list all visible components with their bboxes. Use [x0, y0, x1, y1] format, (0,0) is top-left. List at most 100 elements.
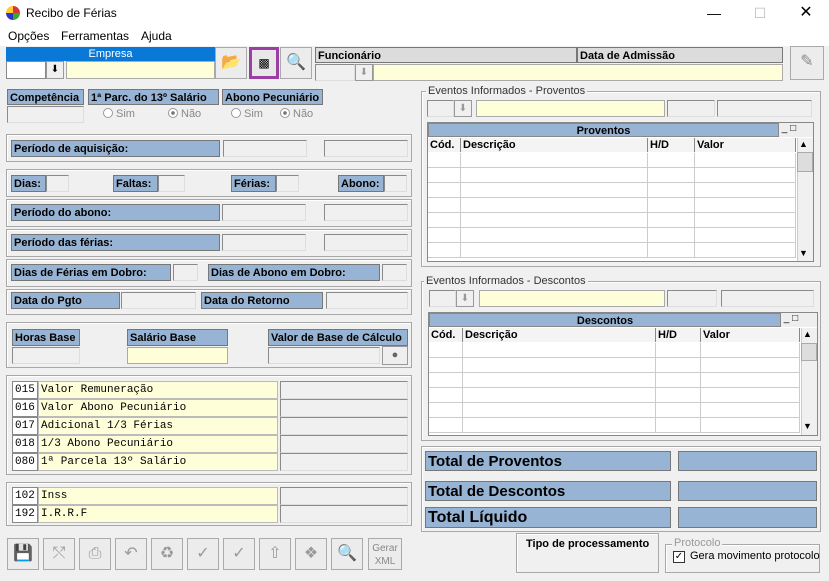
horas-base-input[interactable]: [12, 347, 80, 364]
prov-code-input[interactable]: [427, 100, 454, 117]
calculate-icon[interactable]: ▩: [249, 47, 279, 79]
data-retorno-input[interactable]: [326, 292, 408, 309]
undo-icon[interactable]: ↶: [115, 538, 147, 570]
rubrica-row: 080 1ª Parcela 13º Salário: [12, 453, 409, 471]
salario-base-input[interactable]: [127, 347, 228, 364]
valor-base-input[interactable]: [268, 347, 380, 364]
grid-row[interactable]: [429, 388, 800, 403]
aquisicao-fim-input[interactable]: [324, 140, 408, 157]
dias-input[interactable]: [46, 175, 69, 192]
menu-ferramentas[interactable]: Ferramentas: [61, 29, 129, 43]
grid-row[interactable]: [428, 213, 796, 228]
descontos-col-2[interactable]: H/D: [656, 328, 701, 342]
empresa-dropdown-button[interactable]: ⬇: [46, 61, 64, 79]
dias-abono-dobro-input[interactable]: [382, 264, 407, 281]
scroll-down-icon-2[interactable]: ▼: [803, 421, 812, 431]
grid-window-controls-2[interactable]: _ □: [781, 313, 817, 327]
scroll-thumb[interactable]: [797, 152, 813, 172]
prov-dropdown-button[interactable]: ⬇: [454, 100, 472, 117]
descontos-col-1[interactable]: Descrição: [463, 328, 656, 342]
upload-icon[interactable]: ⇧: [259, 538, 291, 570]
ferias-inicio-input[interactable]: [222, 234, 306, 251]
abono-fim-input[interactable]: [324, 204, 408, 221]
desc-hd-input[interactable]: [667, 290, 717, 307]
grid-window-controls[interactable]: _ □: [779, 123, 813, 137]
funcionario-dropdown-button[interactable]: ⬇: [355, 64, 373, 81]
proventos-col-1[interactable]: Descrição: [461, 138, 648, 152]
abono-sim-radio[interactable]: Sim: [231, 108, 263, 120]
parc13-nao-radio[interactable]: Não: [168, 108, 201, 120]
desc-code-input[interactable]: [429, 290, 456, 307]
salario-base-label: Salário Base: [127, 329, 228, 346]
prov-hd-input[interactable]: [667, 100, 715, 117]
parc13-sim-radio[interactable]: Sim: [103, 108, 135, 120]
ferias-input[interactable]: [276, 175, 299, 192]
grid-row[interactable]: [429, 373, 800, 388]
abono-inicio-input[interactable]: [222, 204, 306, 221]
grid-row[interactable]: [429, 403, 800, 418]
grid-row[interactable]: [428, 243, 796, 258]
check-icon[interactable]: ✓: [187, 538, 219, 570]
gerar-xml-button[interactable]: Gerar XML: [368, 538, 402, 570]
abono-nao-text: Não: [293, 108, 314, 120]
check-all-icon[interactable]: ✓: [223, 538, 255, 570]
proventos-col-0[interactable]: Cód.: [428, 138, 461, 152]
dias-ferias-dobro-input[interactable]: [173, 264, 198, 281]
proventos-col-3[interactable]: Valor: [695, 138, 796, 152]
gera-movimento-checkbox[interactable]: ✓: [673, 551, 685, 563]
descontos-col-0[interactable]: Cód.: [429, 328, 463, 342]
funcionario-label: Funcionário: [315, 47, 577, 63]
proventos-col-2[interactable]: H/D: [648, 138, 695, 152]
search-icon[interactable]: 🔍: [331, 538, 363, 570]
desc-dropdown-button[interactable]: ⬇: [456, 290, 474, 307]
settings-icon[interactable]: ❖: [295, 538, 327, 570]
rubrica-value: [280, 487, 408, 505]
scroll-thumb-2[interactable]: [801, 343, 817, 361]
grid-cell: [701, 373, 800, 388]
proventos-grid-title: Proventos: [428, 123, 779, 137]
maximize-button[interactable]: ☐: [737, 0, 783, 26]
proventos-col-headers: Cód. Descrição H/D Valor: [428, 138, 796, 152]
menu-opcoes[interactable]: Opções: [8, 29, 49, 43]
grid-row[interactable]: [428, 198, 796, 213]
grid-row[interactable]: [428, 153, 796, 168]
save-icon[interactable]: 💾: [7, 538, 39, 570]
grid-cell: [429, 403, 463, 418]
grid-row[interactable]: [429, 343, 800, 358]
grid-cell: [429, 418, 463, 433]
faltas-input[interactable]: [158, 175, 185, 192]
scroll-down-icon[interactable]: ▼: [799, 248, 808, 258]
open-folder-icon[interactable]: 📂: [215, 47, 247, 79]
minimize-button[interactable]: —: [691, 0, 737, 26]
competencia-input[interactable]: [7, 106, 84, 123]
menu-ajuda[interactable]: Ajuda: [141, 29, 172, 43]
search-doc-icon[interactable]: 🔍: [280, 47, 312, 79]
ferias-fim-input[interactable]: [324, 234, 408, 251]
data-pgto-input[interactable]: [121, 292, 196, 309]
grid-row[interactable]: [428, 228, 796, 243]
scroll-up-icon-2[interactable]: ▲: [803, 329, 812, 339]
calculator-icon[interactable]: ●: [382, 346, 408, 365]
prov-valor-input[interactable]: [717, 100, 812, 117]
print-icon[interactable]: ⎙: [79, 538, 111, 570]
grid-row[interactable]: [429, 358, 800, 373]
grid-cell: [428, 153, 461, 168]
descontos-grid-title: Descontos: [429, 313, 781, 327]
grid-row[interactable]: [428, 183, 796, 198]
descontos-col-3[interactable]: Valor: [701, 328, 800, 342]
grid-row[interactable]: [429, 418, 800, 433]
grid-row[interactable]: [428, 168, 796, 183]
scroll-up-icon[interactable]: ▲: [799, 139, 808, 149]
grid-cell: [463, 373, 656, 388]
close-button[interactable]: ✕: [783, 0, 829, 26]
signature-icon[interactable]: ⤲: [43, 538, 75, 570]
abono-input[interactable]: [384, 175, 407, 192]
funcionario-code-input[interactable]: [315, 64, 355, 81]
abono-nao-radio[interactable]: Não: [280, 108, 313, 120]
empresa-code-input[interactable]: [6, 61, 46, 79]
export-icon[interactable]: ✎: [790, 46, 824, 80]
aquisicao-inicio-input[interactable]: [223, 140, 307, 157]
desc-valor-input[interactable]: [721, 290, 814, 307]
delete-icon[interactable]: ♻: [151, 538, 183, 570]
grid-cell: [428, 198, 461, 213]
